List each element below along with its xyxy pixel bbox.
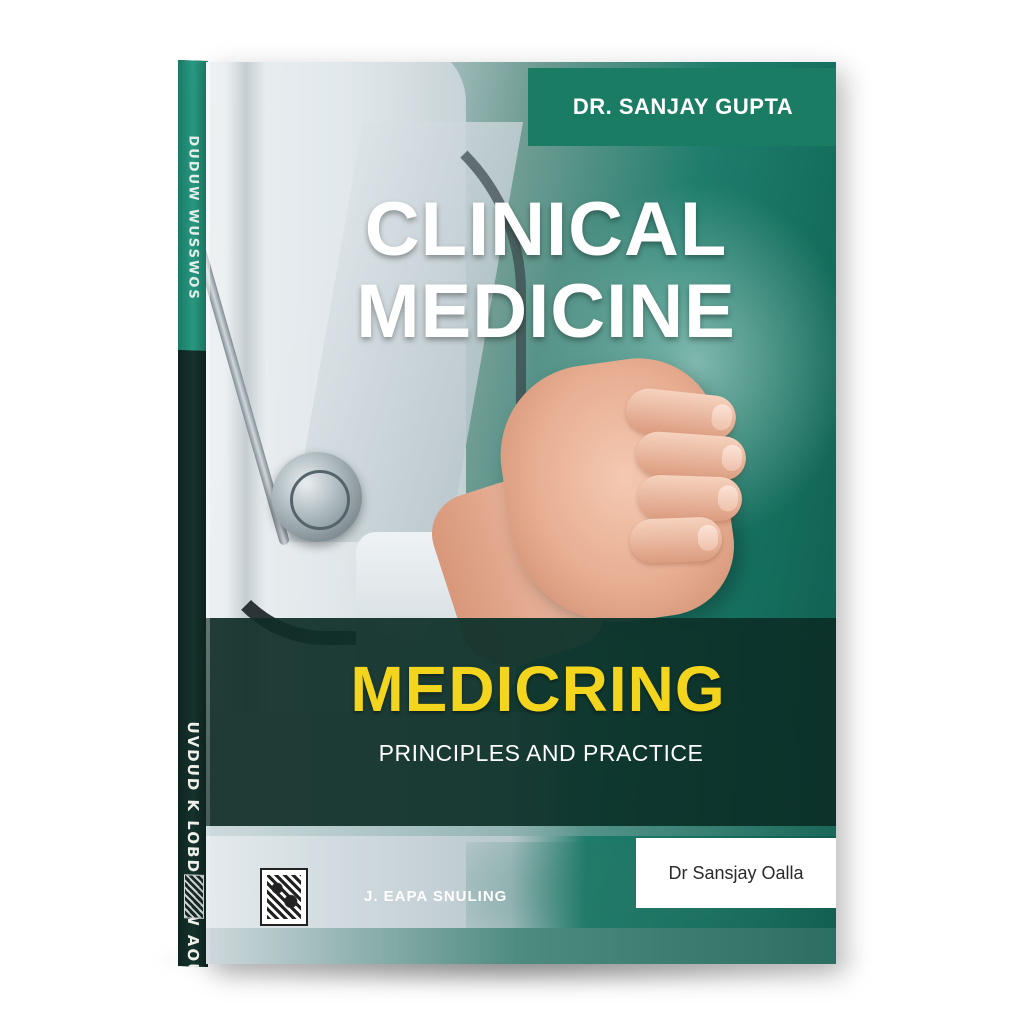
- title-line-1: CLINICAL: [364, 187, 728, 272]
- author-banner: DR. SANJAY GUPTA: [528, 68, 836, 146]
- author-plate-text: Dr Sansjay Oalla: [668, 862, 804, 883]
- book-scene: DUDUW WUSSWOS UVDUD K LOBDINAW AOUUIW DR…: [0, 0, 1024, 1024]
- spine-text-top: DUDUW WUSSWOS: [185, 135, 201, 301]
- publisher-logo-pattern: [267, 875, 301, 919]
- subtitle-main: MEDICRING: [350, 653, 726, 725]
- book-title: CLINICAL MEDICINE: [266, 192, 826, 350]
- subtitle-sub: PRINCIPLES AND PRACTICE: [378, 740, 704, 766]
- publisher-logo-icon: [260, 868, 308, 926]
- author-banner-text: DR. SANJAY GUPTA: [572, 94, 794, 119]
- band-strip: [206, 826, 836, 836]
- cover-edge-highlight: [206, 62, 210, 964]
- title-line-2: MEDICINE: [356, 269, 736, 354]
- book-cover: DR. SANJAY GUPTA CLINICAL MEDICINE MEDIC…: [206, 62, 836, 964]
- stethoscope-ring: [290, 470, 350, 530]
- spine-logo-icon: [184, 874, 204, 919]
- finger: [629, 516, 723, 564]
- fingernail: [721, 444, 743, 472]
- book-spine: DUDUW WUSSWOS UVDUD K LOBDINAW AOUUIW: [178, 60, 208, 968]
- fingernail: [717, 484, 739, 512]
- finger: [637, 474, 743, 522]
- fingernail: [697, 524, 719, 552]
- publisher-name: J. EAPA SNULING: [364, 888, 508, 905]
- finger: [634, 430, 748, 482]
- fingernail: [710, 403, 734, 432]
- spine-text-bottom: UVDUD K LOBDINAW AOUUIW: [184, 721, 202, 968]
- cover-bottom-edge: [206, 928, 836, 964]
- spine-top-section: DUDUW WUSSWOS: [178, 60, 208, 352]
- author-plate: Dr Sansjay Oalla: [636, 838, 836, 908]
